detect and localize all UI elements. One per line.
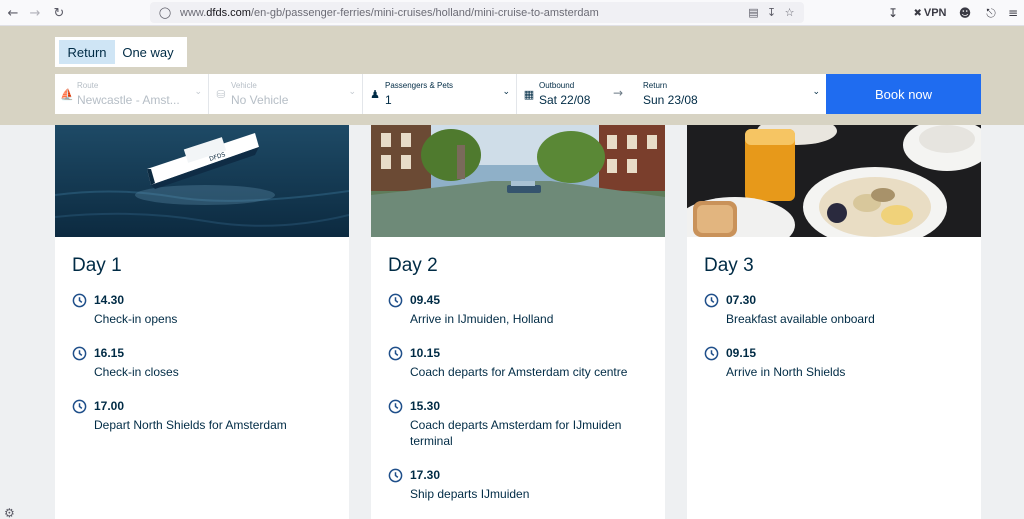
chevron-down-icon: ⌄ [502, 87, 510, 97]
calendar-icon: ▦ [523, 87, 535, 101]
extensions-icon[interactable]: ⎋ [982, 3, 1000, 23]
event-description: Depart North Shields for Amsterdam [94, 418, 287, 432]
event-time: 09.15 [726, 346, 757, 360]
clock-icon [704, 346, 719, 361]
clock-icon [388, 468, 403, 483]
event-time: 17.00 [94, 399, 125, 413]
route-value: Newcastle - Amst... [77, 93, 180, 107]
car-icon: ⛁ [216, 87, 226, 101]
book-now-button[interactable]: Book now [826, 74, 981, 114]
return-value: Sun 23/08 [643, 93, 698, 107]
downloads-icon[interactable]: ↧ [884, 3, 902, 23]
vpn-label: VPN [923, 7, 947, 19]
event-description: Coach departs Amsterdam for IJmuiden ter… [410, 418, 622, 448]
back-arrow-icon[interactable]: ← [2, 2, 24, 24]
outbound-value: Sat 22/08 [539, 93, 591, 107]
event-time: 15.30 [410, 399, 441, 413]
event-description: Check-in closes [94, 365, 179, 379]
event-description: Coach departs for Amsterdam city centre [410, 365, 628, 379]
event-time: 14.30 [94, 293, 125, 307]
clock-icon [72, 399, 87, 414]
booking-panel: Return One way ⛵ Route Newcastle - Amst.… [0, 26, 1024, 125]
route-field[interactable]: ⛵ Route Newcastle - Amst... ⌄ [55, 74, 209, 114]
vehicle-field[interactable]: ⛁ Vehicle No Vehicle ⌄ [209, 74, 363, 114]
bookmark-star-icon[interactable]: ☆ [782, 5, 797, 20]
ferry-photo: DFDS [55, 125, 349, 237]
passengers-value: 1 [385, 93, 392, 107]
itinerary-card-day-3: Day 3 07.30 Breakfast available onboard … [687, 125, 981, 519]
save-page-icon[interactable]: ↧ [764, 5, 779, 20]
vpn-status-icon: ✖ [913, 7, 922, 19]
event-time: 17.30 [410, 468, 441, 482]
vehicle-value: No Vehicle [231, 93, 289, 107]
clock-icon [388, 293, 403, 308]
clock-icon [72, 346, 87, 361]
day-title: Day 1 [72, 255, 122, 276]
breakfast-photo [687, 125, 981, 237]
chevron-down-icon: ⌄ [348, 87, 356, 97]
itinerary-card-day-1: DFDS Day 1 14.30 Check-in opens 16.15 Ch… [55, 125, 349, 519]
clock-icon [388, 399, 403, 414]
person-icon: ♟ [370, 87, 380, 101]
clock-icon [388, 346, 403, 361]
clock-icon [72, 293, 87, 308]
browser-toolbar: ← → ↻ ◯ www.dfds.com/en-gb/passenger-fer… [0, 0, 1024, 26]
event-description: Arrive in North Shields [726, 365, 846, 379]
trip-type-return[interactable]: Return [59, 40, 115, 64]
event-time: 16.15 [94, 346, 125, 360]
booking-bar: ⛵ Route Newcastle - Amst... ⌄ ⛁ Vehicle … [55, 74, 981, 114]
event-description: Ship departs IJmuiden [410, 487, 530, 501]
dates-field[interactable]: ▦ Outbound Sat 22/08 → Return Sun 23/08 … [517, 74, 826, 114]
forward-arrow-icon[interactable]: → [24, 2, 46, 24]
return-label: Return [643, 81, 668, 90]
chevron-down-icon: ⌄ [812, 87, 820, 97]
event-time: 07.30 [726, 293, 757, 307]
event-time: 09.45 [410, 293, 441, 307]
clock-icon [704, 293, 719, 308]
route-label: Route [77, 81, 99, 90]
event-time: 10.15 [410, 346, 441, 360]
ship-icon: ⛵ [60, 87, 74, 101]
event-description: Breakfast available onboard [726, 312, 875, 326]
shield-icon[interactable]: ◯ [158, 6, 172, 20]
vpn-button[interactable]: ✖ VPN [910, 3, 950, 23]
trip-type-toggle: Return One way [55, 37, 187, 67]
vehicle-label: Vehicle [231, 81, 257, 90]
address-bar[interactable]: ◯ www.dfds.com/en-gb/passenger-ferries/m… [150, 2, 804, 23]
passengers-label: Passengers & Pets [385, 81, 454, 90]
event-description: Arrive in IJmuiden, Holland [410, 312, 554, 326]
trip-type-one-way[interactable]: One way [115, 40, 181, 64]
outbound-label: Outbound [539, 81, 575, 90]
menu-icon[interactable]: ≡ [1004, 3, 1022, 23]
reload-icon[interactable]: ↻ [48, 2, 70, 24]
reader-view-icon[interactable]: ▤ [746, 5, 761, 20]
chevron-down-icon: ⌄ [194, 87, 202, 97]
day-title: Day 2 [388, 255, 438, 276]
passengers-field[interactable]: ♟ Passengers & Pets 1 ⌄ [363, 74, 517, 114]
day-title: Day 3 [704, 255, 754, 276]
event-description: Check-in opens [94, 312, 178, 326]
cookie-settings-icon[interactable]: ⚙ [4, 506, 20, 519]
amsterdam-canal-photo [371, 125, 665, 237]
account-icon[interactable]: ☻ [956, 3, 974, 23]
itinerary-card-day-2: Day 2 09.45 Arrive in IJmuiden, Holland … [371, 125, 665, 519]
url-text[interactable]: www.dfds.com/en-gb/passenger-ferries/min… [180, 7, 599, 19]
arrow-right-icon: → [613, 86, 624, 100]
